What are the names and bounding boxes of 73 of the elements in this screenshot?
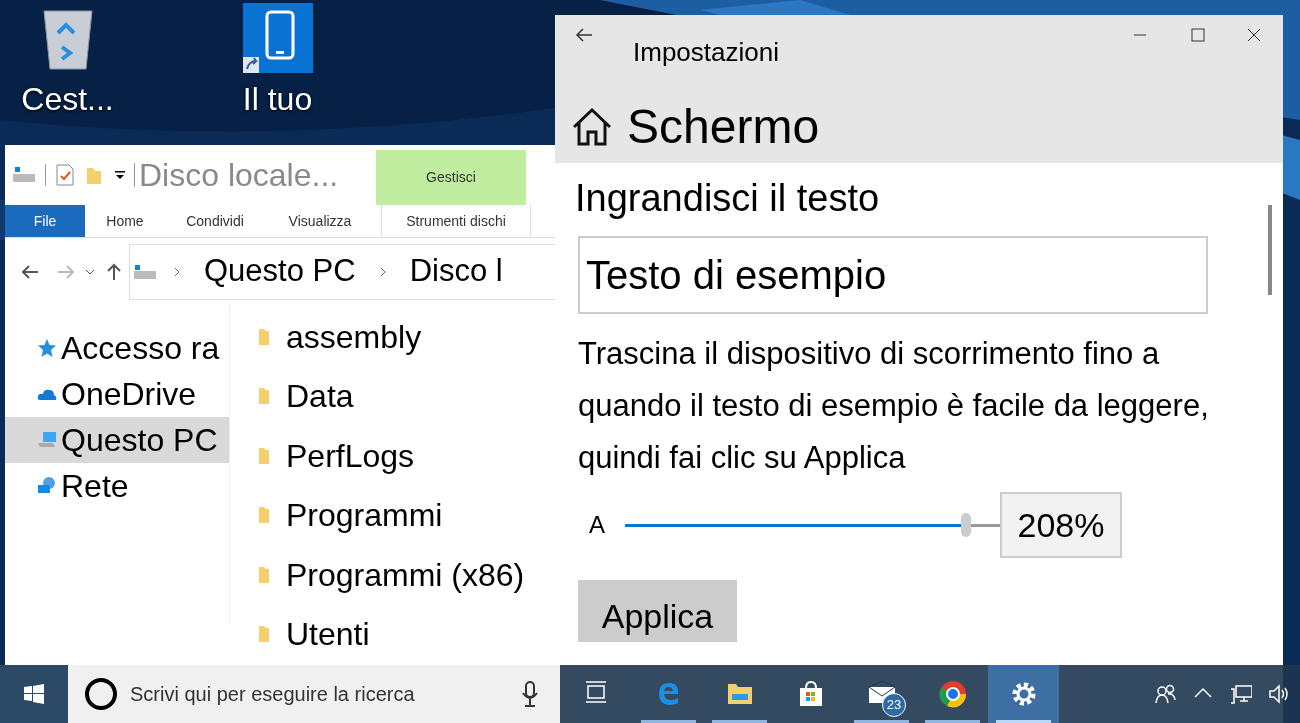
volume-icon[interactable] [1268, 683, 1290, 705]
folder-icon [258, 327, 270, 346]
chevron-right-icon [174, 266, 180, 277]
ribbon-tab[interactable]: Strumenti dischi [381, 205, 531, 237]
folder-icon [258, 565, 270, 584]
search-placeholder: Scrivi qui per eseguire la ricerca [130, 682, 416, 707]
page-title: Schermo [627, 99, 820, 155]
network-icon[interactable] [1230, 683, 1252, 705]
search-field[interactable]: Scrivi qui per eseguire la ricerca [68, 665, 560, 723]
taskbar-app-button[interactable] [988, 665, 1059, 723]
start-button[interactable] [0, 665, 68, 723]
instructions-text: Trascina il dispositivo di scorrimento fino a quando il testo di esempio è facile da leggere, quindi fai clic su Applica [578, 335, 1210, 477]
people-icon[interactable] [1154, 683, 1176, 705]
chevron-right-icon [379, 266, 386, 277]
ribbon-tab[interactable]: Condividi [165, 205, 265, 237]
folder-icon [258, 625, 270, 644]
folder-icon [258, 387, 270, 406]
nav-item[interactable]: Rete [5, 463, 229, 509]
nav-item[interactable]: Questo PC [5, 417, 229, 463]
section-title: Ingrandisci il testo [575, 176, 881, 220]
nav-label: Accesso ra [61, 329, 220, 368]
context-tab-label: Gestisci [426, 168, 476, 187]
up-icon[interactable] [107, 262, 121, 281]
dropdown-icon[interactable] [114, 170, 126, 180]
slider-label: A [589, 510, 605, 540]
cortana-icon [84, 677, 118, 711]
file-name[interactable]: Programmi (x86) [286, 550, 525, 599]
file-name[interactable]: Programmi [286, 491, 443, 540]
taskbar-app-button[interactable]: 23 [846, 665, 917, 723]
nav-label: Questo PC [61, 421, 218, 460]
window-title: Impostazioni [633, 37, 779, 67]
nav-label: OneDrive [61, 375, 197, 414]
scrollbar-icon [1268, 205, 1272, 295]
home-icon[interactable] [571, 107, 613, 147]
sample-text-box: Testo di esempio [578, 236, 1208, 314]
chevron-down-icon[interactable] [85, 268, 95, 275]
back-icon[interactable] [21, 264, 39, 279]
drive-icon [134, 264, 156, 279]
properties-icon[interactable] [56, 164, 74, 186]
file-name[interactable]: Data [286, 372, 354, 421]
slider-thumb[interactable] [961, 513, 972, 537]
file-name[interactable]: PerfLogs [286, 431, 415, 480]
ribbon-tab[interactable]: Home [85, 205, 165, 237]
ribbon-tab[interactable]: File [5, 205, 85, 237]
notification-badge: 23 [882, 693, 906, 717]
address-segment[interactable]: Disco l [409, 248, 503, 295]
maximize-icon[interactable] [1191, 28, 1205, 42]
star-icon [37, 338, 57, 358]
chrome-icon [938, 680, 967, 708]
address-bar[interactable]: Questo PC Disco l [129, 243, 555, 300]
back-icon[interactable] [575, 28, 593, 42]
folder-icon [258, 506, 270, 525]
folder-icon [258, 446, 270, 465]
close-icon[interactable] [1247, 28, 1261, 42]
file-name[interactable]: assembly [286, 312, 422, 361]
slider[interactable] [625, 513, 1000, 537]
apply-button[interactable]: Applica [578, 580, 737, 642]
phone-icon [242, 3, 313, 73]
nav-label: Rete [61, 467, 129, 506]
windows-logo-icon [24, 684, 44, 704]
nav-item[interactable]: Accesso ra [5, 325, 229, 371]
microphone-icon [522, 681, 538, 707]
slider-value: 208% [1000, 492, 1122, 558]
ribbon-tab[interactable]: Visualizza [265, 205, 375, 237]
drive-icon[interactable] [13, 167, 35, 183]
icon-label: Cest... [21, 80, 114, 119]
address-segment[interactable]: Questo PC [204, 248, 356, 295]
nav-item[interactable]: OneDrive [5, 371, 229, 417]
file-name[interactable]: Utenti [286, 610, 370, 659]
network-icon [37, 476, 57, 496]
window-title: Disco locale... [139, 156, 340, 195]
pc-icon [37, 430, 57, 450]
icon-label: Il tuo [242, 80, 313, 119]
